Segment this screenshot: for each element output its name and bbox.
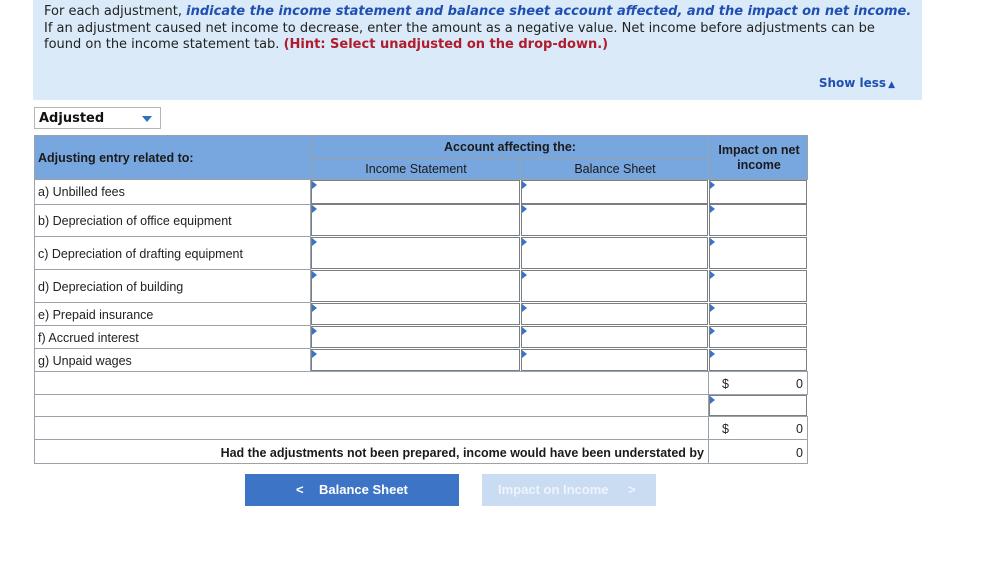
- impact-input[interactable]: [709, 349, 807, 371]
- table-row: e) Prepaid insurance: [34, 302, 311, 326]
- income-statement-select[interactable]: [311, 237, 520, 269]
- row-label: c) Depreciation of drafting equipment: [38, 247, 243, 261]
- subtotal-row: [34, 371, 709, 395]
- dropdown-marker-icon: [312, 238, 317, 246]
- dropdown-marker-icon: [710, 271, 715, 279]
- understated-cell: 0: [708, 439, 808, 464]
- balance-sheet-select[interactable]: [521, 326, 708, 348]
- instructions-hint: (Hint: Select unadjusted on the drop-dow…: [283, 37, 609, 52]
- dropdown-marker-icon: [710, 396, 715, 404]
- balance-sheet-select[interactable]: [521, 204, 708, 236]
- income-statement-select[interactable]: [311, 349, 520, 371]
- header-adjusting-entry-label: Adjusting entry related to:: [38, 151, 194, 165]
- header-impact: Impact on net income: [708, 135, 808, 180]
- triangle-up-icon: ▲: [888, 80, 895, 90]
- dropdown-marker-icon: [312, 271, 317, 279]
- income-statement-select[interactable]: [311, 303, 520, 325]
- balance-sheet-select[interactable]: [521, 237, 708, 269]
- income-statement-select[interactable]: [311, 270, 520, 302]
- header-account-affecting: Account affecting the:: [310, 135, 709, 159]
- header-adjusting-entry: Adjusting entry related to:: [34, 135, 311, 180]
- header-balance-sheet-label: Balance Sheet: [574, 162, 656, 176]
- total-row: [34, 416, 709, 440]
- impact-input[interactable]: [709, 270, 807, 302]
- balance-sheet-select[interactable]: [521, 303, 708, 325]
- row-label: e) Prepaid insurance: [38, 308, 154, 322]
- impact-input[interactable]: [709, 326, 807, 348]
- dropdown-marker-icon: [312, 205, 317, 213]
- subtotal-cell: $ 0: [708, 371, 808, 395]
- balance-sheet-select[interactable]: [521, 349, 708, 371]
- dropdown-marker-icon: [522, 304, 527, 312]
- blank-row: [34, 394, 709, 417]
- subtotal-value: 0: [796, 377, 803, 391]
- row-label: b) Depreciation of office equipment: [38, 214, 232, 228]
- net-income-input[interactable]: [709, 395, 807, 416]
- understated-value: 0: [796, 446, 803, 460]
- instructions-intro: For each adjustment,: [44, 4, 187, 19]
- chevron-down-icon: [142, 116, 152, 122]
- dropdown-marker-icon: [710, 181, 715, 189]
- dropdown-marker-icon: [710, 205, 715, 213]
- chevron-left-icon: <: [296, 482, 304, 497]
- instructions-panel: For each adjustment, indicate the income…: [33, 0, 922, 100]
- instructions-emphasis: indicate the income statement and balanc…: [186, 4, 912, 19]
- show-less-label: Show less: [818, 76, 887, 90]
- adjusted-dropdown[interactable]: Adjusted: [34, 107, 161, 129]
- balance-sheet-select[interactable]: [521, 270, 708, 302]
- prev-balance-sheet-button[interactable]: < Balance Sheet: [245, 474, 459, 506]
- dropdown-marker-icon: [522, 271, 527, 279]
- dropdown-marker-icon: [522, 205, 527, 213]
- total-cell: $ 0: [708, 416, 808, 440]
- header-impact-label: Impact on net income: [718, 143, 800, 172]
- total-value: 0: [796, 422, 803, 436]
- row-label: d) Depreciation of building: [38, 280, 184, 294]
- header-income-statement: Income Statement: [310, 158, 521, 180]
- dropdown-marker-icon: [312, 181, 317, 189]
- header-account-affecting-label: Account affecting the:: [444, 140, 576, 154]
- dropdown-marker-icon: [312, 327, 317, 335]
- table-row: d) Depreciation of building: [34, 269, 311, 303]
- next-impact-on-income-button[interactable]: Impact on Income >: [482, 474, 656, 506]
- impact-input[interactable]: [709, 180, 807, 204]
- header-income-statement-label: Income Statement: [365, 162, 467, 176]
- dropdown-marker-icon: [710, 304, 715, 312]
- row-label: f) Accrued interest: [38, 331, 139, 345]
- dropdown-marker-icon: [522, 181, 527, 189]
- table-row: c) Depreciation of drafting equipment: [34, 236, 311, 270]
- impact-input[interactable]: [709, 204, 807, 236]
- prev-button-label: Balance Sheet: [319, 482, 408, 497]
- table-row: g) Unpaid wages: [34, 348, 311, 372]
- dropdown-marker-icon: [312, 304, 317, 312]
- dropdown-marker-icon: [312, 350, 317, 358]
- balance-sheet-select[interactable]: [521, 180, 708, 204]
- dropdown-marker-icon: [710, 327, 715, 335]
- income-statement-select[interactable]: [311, 180, 520, 204]
- show-less-link[interactable]: Show less ▲: [819, 76, 895, 90]
- dropdown-marker-icon: [522, 238, 527, 246]
- table-row: a) Unbilled fees: [34, 179, 311, 205]
- table-row: f) Accrued interest: [34, 325, 311, 349]
- impact-input[interactable]: [709, 237, 807, 269]
- subtotal-currency: $: [722, 377, 729, 391]
- table-row: b) Depreciation of office equipment: [34, 204, 311, 237]
- dropdown-marker-icon: [710, 350, 715, 358]
- dropdown-marker-icon: [522, 327, 527, 335]
- understated-row: Had the adjustments not been prepared, i…: [34, 439, 709, 464]
- total-currency: $: [722, 422, 729, 436]
- income-statement-select[interactable]: [311, 326, 520, 348]
- chevron-right-icon: >: [628, 482, 636, 497]
- row-label: a) Unbilled fees: [38, 185, 125, 199]
- income-statement-select[interactable]: [311, 204, 520, 236]
- dropdown-selected-value: Adjusted: [39, 111, 105, 126]
- header-balance-sheet: Balance Sheet: [520, 158, 709, 180]
- understated-label: Had the adjustments not been prepared, i…: [220, 446, 704, 460]
- impact-input[interactable]: [709, 303, 807, 325]
- dropdown-marker-icon: [522, 350, 527, 358]
- row-label: g) Unpaid wages: [38, 354, 132, 368]
- dropdown-marker-icon: [710, 238, 715, 246]
- instructions-text: For each adjustment, indicate the income…: [44, 4, 914, 54]
- next-button-label: Impact on Income: [498, 482, 609, 497]
